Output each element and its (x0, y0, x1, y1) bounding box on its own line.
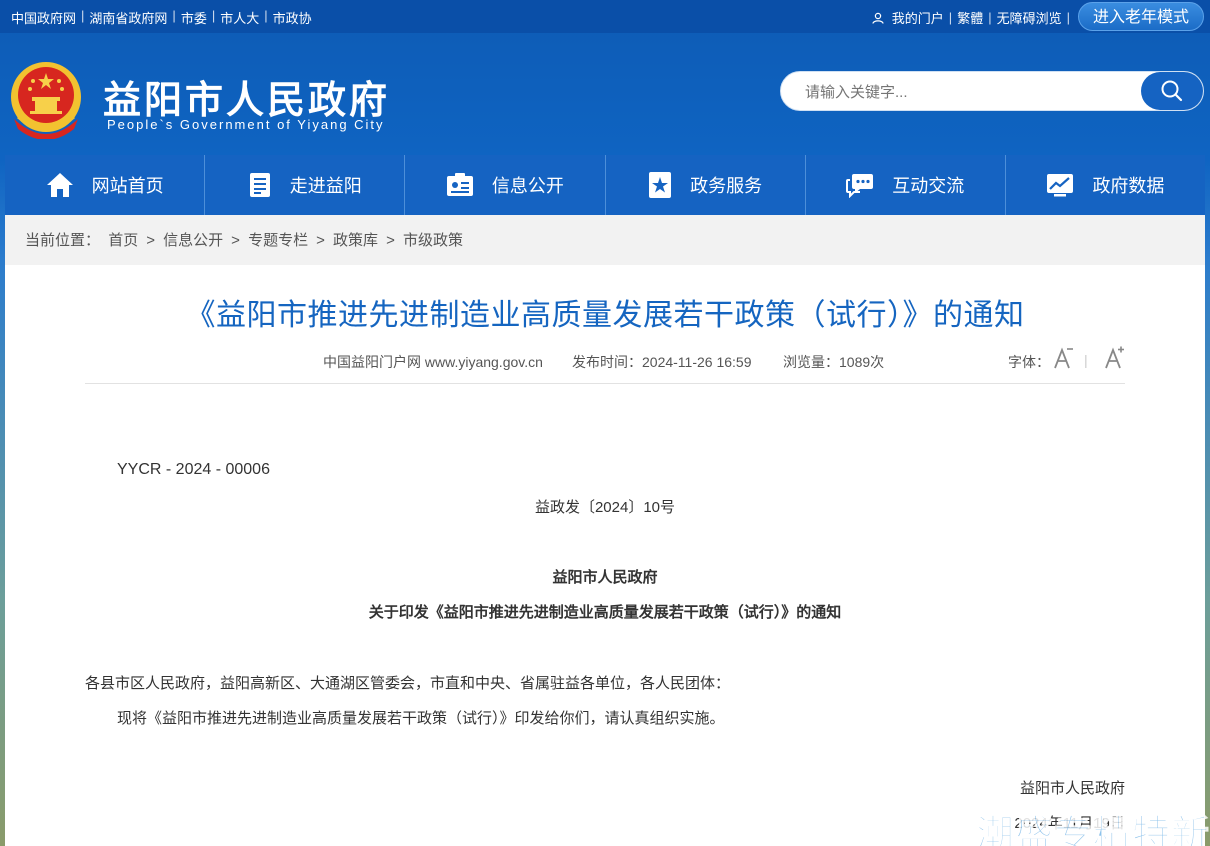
separator: | (1084, 352, 1088, 368)
top-bar: 中国政府网 | 湖南省政府网 | 市委 | 市人大 | 市政协 我的门户 | 繁體 | 无障… (0, 0, 1210, 33)
document-issuer: 益阳市人民政府 (552, 569, 658, 586)
top-link-gov[interactable]: 中国政府网 (6, 8, 81, 27)
id-card-icon (446, 173, 473, 196)
document-number: 益政发〔2024〕10号 (534, 499, 676, 516)
nav-label: 网站首页 (91, 176, 164, 196)
article-source: 中国益阳门户网 www.yiyang.gov.cn (323, 354, 543, 370)
breadcrumb-item-city-policy[interactable]: 市级政策 (403, 232, 463, 249)
font-decrease-icon[interactable] (1052, 346, 1074, 370)
watermark: 潮盛专精特新 (975, 812, 1210, 846)
breadcrumb: 当前位置： 首页 > 信息公开 > 专题专栏 > 政策库 > 市级政策 (5, 215, 1205, 265)
font-increase-icon[interactable] (1103, 346, 1125, 370)
document-heading: 关于印发《益阳市推进先进制造业高质量发展若干政策（试行）》的通知 (368, 604, 842, 621)
user-icon (872, 12, 884, 24)
breadcrumb-item-home[interactable]: 首页 (108, 232, 138, 249)
view-count: 浏览量：1089次 (783, 354, 885, 370)
nav-item-home[interactable]: 网站首页 (5, 155, 206, 215)
separator: | (948, 10, 953, 25)
national-emblem-icon[interactable] (8, 59, 84, 139)
accessibility-link[interactable]: 无障碍浏览 (992, 8, 1067, 27)
breadcrumb-separator: > (231, 232, 240, 249)
separator: | (988, 10, 992, 25)
search-icon (1161, 80, 1183, 102)
top-link-hunan[interactable]: 湖南省政府网 (84, 8, 172, 27)
nav-label: 互动交流 (892, 176, 965, 196)
document-addressee: 各县市区人民政府，益阳高新区、大通湖区管委会，市直和中央、省属驻益各单位，各人民… (85, 675, 731, 692)
nav-item-info-disclosure[interactable]: 信息公开 (405, 155, 606, 215)
font-size-label: 字体： (1008, 354, 1050, 370)
top-link-cppcc[interactable]: 市政协 (268, 8, 317, 27)
search-input[interactable] (805, 81, 1125, 103)
nav-label: 信息公开 (491, 176, 564, 196)
separator: | (264, 8, 268, 23)
nav-item-interaction[interactable]: 互动交流 (806, 155, 1006, 215)
top-right-links: 我的门户 | 繁體 | 无障碍浏览 | (872, 8, 1070, 27)
separator: | (211, 8, 216, 23)
nav-label: 政务服务 (690, 176, 763, 196)
breadcrumb-item-info[interactable]: 信息公开 (163, 232, 223, 249)
document-body: 现将《益阳市推进先进制造业高质量发展若干政策（试行）》印发给你们，请认真组织实施… (117, 710, 725, 727)
breadcrumb-item-policy-lib[interactable]: 政策库 (333, 232, 378, 249)
breadcrumb-separator: > (146, 232, 155, 249)
elder-mode-button[interactable]: 进入老年模式 (1078, 2, 1204, 31)
divider (85, 383, 1125, 384)
breadcrumb-separator: > (386, 232, 395, 249)
article-title: 《益阳市推进先进制造业高质量发展若干政策（试行）》的通知 (185, 299, 1025, 332)
my-portal-link[interactable]: 我的门户 (887, 8, 949, 27)
breadcrumb-prefix: 当前位置： (25, 232, 101, 249)
nav-item-about[interactable]: 走进益阳 (205, 155, 406, 215)
star-bookmark-icon (649, 172, 672, 198)
chat-icon (846, 174, 874, 198)
top-links: 中国政府网 | 湖南省政府网 | 市委 | 市人大 | 市政协 (6, 8, 317, 27)
main-nav: 网站首页 走进益阳 信息公开 政务服务 互动交流 政府数据 (5, 155, 1205, 215)
site-subtitle: People`s Government of Yiyang City (107, 117, 385, 132)
breadcrumb-item-topics[interactable]: 专题专栏 (248, 232, 308, 249)
breadcrumb-separator: > (316, 232, 325, 249)
separator: | (1066, 10, 1070, 25)
document-icon (249, 173, 270, 197)
top-link-party[interactable]: 市委 (176, 8, 212, 27)
nav-item-gov-service[interactable]: 政务服务 (606, 155, 806, 215)
chart-icon (1047, 174, 1074, 197)
content-panel: 当前位置： 首页 > 信息公开 > 专题专栏 > 政策库 > 市级政策 《益阳市推进先进… (5, 215, 1205, 846)
top-link-npc[interactable]: 市人大 (215, 8, 264, 27)
nav-label: 走进益阳 (289, 176, 362, 196)
nav-item-gov-data[interactable]: 政府数据 (1006, 155, 1205, 215)
document-code: YYCR - 2024 - 00006 (117, 461, 270, 478)
traditional-chinese-link[interactable]: 繁體 (952, 8, 988, 27)
home-icon (46, 173, 73, 197)
search-box (780, 71, 1204, 111)
document-signature: 益阳市人民政府 (1019, 780, 1125, 797)
site-header: 益阳市人民政府 People`s Government of Yiyang Ci… (0, 33, 1210, 153)
site-title[interactable]: 益阳市人民政府 (103, 69, 390, 124)
nav-label: 政府数据 (1092, 176, 1165, 196)
search-button[interactable] (1141, 72, 1203, 110)
separator: | (81, 8, 85, 23)
publish-date: 发布时间：2024-11-26 16:59 (572, 354, 752, 370)
separator: | (172, 8, 176, 23)
